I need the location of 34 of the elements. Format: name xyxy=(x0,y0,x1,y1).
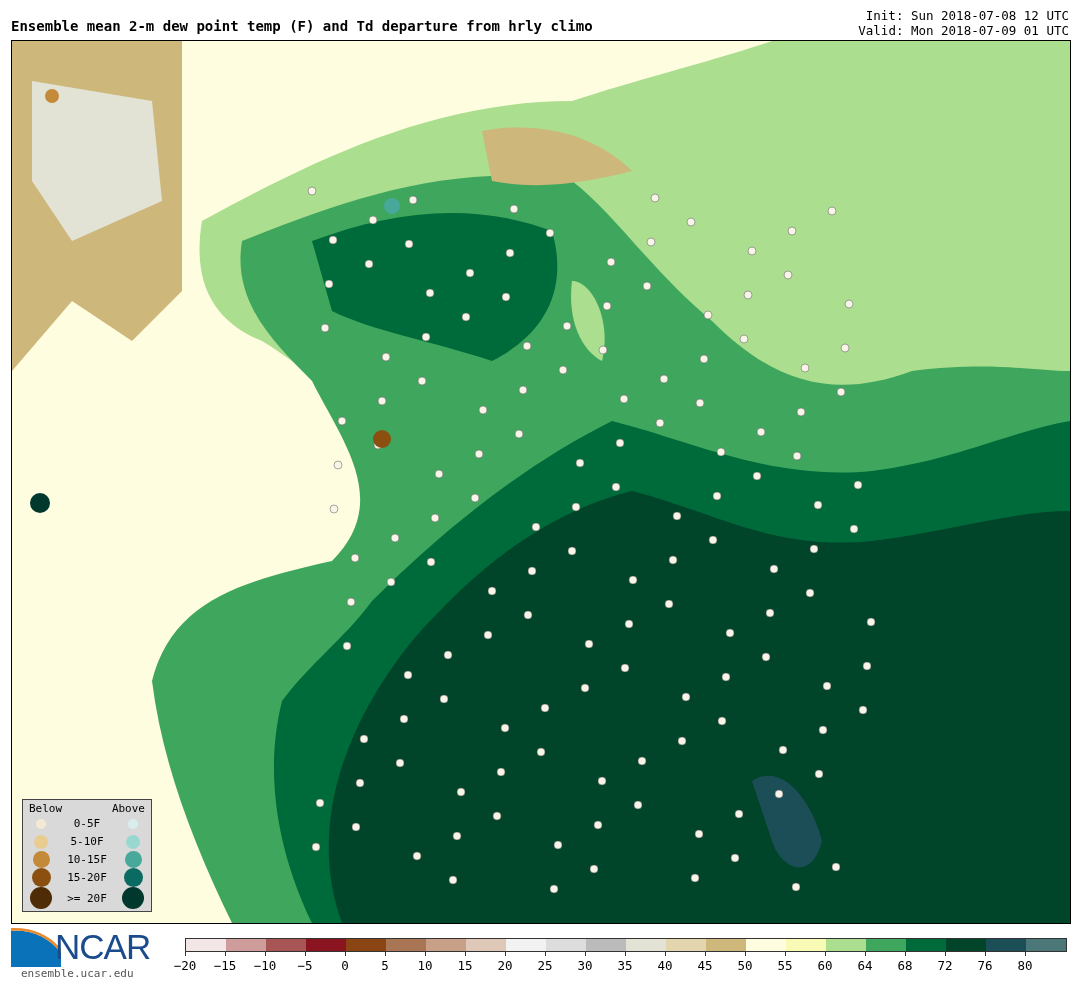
colorbar-tick-label: −5 xyxy=(296,958,314,973)
legend-label: >= 20F xyxy=(66,891,108,905)
legend-label: 10-15F xyxy=(66,852,108,866)
website-url: ensemble.ucar.edu xyxy=(21,967,135,980)
colorbar-tick-label: 15 xyxy=(456,958,474,973)
colorbar-tick-label: 35 xyxy=(616,958,634,973)
init-time: Init: Sun 2018-07-08 12 UTC xyxy=(865,8,1069,23)
legend-label: 5-10F xyxy=(69,835,105,848)
colorbar-tick-label: −20 xyxy=(172,958,198,973)
chart-title: Ensemble mean 2-m dew point temp (F) and Td departure from hrly climo xyxy=(11,18,593,36)
colorbar-tick-label: 60 xyxy=(816,958,834,973)
colorbar-tick-label: 45 xyxy=(696,958,714,973)
legend-label: 15-20F xyxy=(66,871,108,884)
colorbar-tick-label: 30 xyxy=(576,958,594,973)
colorbar-tick-label: 40 xyxy=(656,958,674,973)
colorbar-tick-label: 10 xyxy=(416,958,434,973)
colorbar-tick-label: 76 xyxy=(976,958,994,973)
colorbar-tick-label: −10 xyxy=(252,958,278,973)
colorbar-tick-label: 55 xyxy=(776,958,794,973)
colorbar-tick-label: 68 xyxy=(896,958,914,973)
colorbar-tick-label: 50 xyxy=(736,958,754,973)
colorbar-tick-label: 64 xyxy=(856,958,874,973)
colorbar-tick-label: 0 xyxy=(340,958,350,973)
legend-label: 0-5F xyxy=(72,817,102,831)
logo-text: NCAR xyxy=(55,927,151,967)
legend-heading: Above xyxy=(111,802,145,815)
colorbar-tick-label: 72 xyxy=(936,958,954,973)
colorbar-tick-label: 80 xyxy=(1016,958,1034,973)
valid-time: Valid: Mon 2018-07-09 01 UTC xyxy=(858,23,1069,38)
colorbar-tick-label: −15 xyxy=(212,958,238,973)
colorbar-tick-label: 20 xyxy=(496,958,514,973)
colorbar-tick-label: 5 xyxy=(380,958,390,973)
legend-heading: Below xyxy=(29,802,63,815)
colorbar-tick-label: 25 xyxy=(536,958,554,973)
